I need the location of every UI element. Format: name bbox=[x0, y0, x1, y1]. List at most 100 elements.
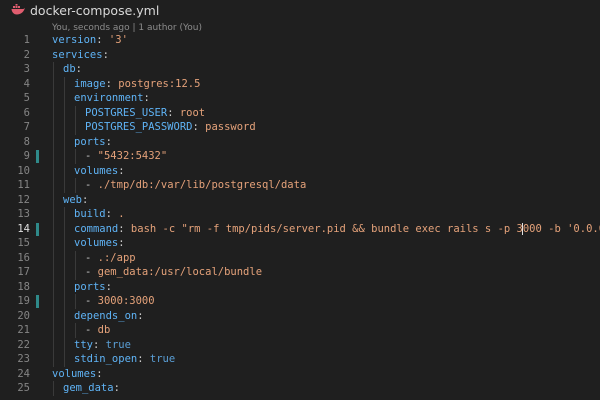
line-content[interactable]: depends_on: bbox=[74, 309, 144, 324]
line-content[interactable]: tty: true bbox=[74, 338, 131, 353]
yaml-key: db bbox=[63, 63, 76, 75]
indent-guide bbox=[75, 265, 76, 280]
yaml-key: image bbox=[74, 77, 106, 90]
indent-guide bbox=[64, 236, 65, 251]
modified-line-indicator[interactable] bbox=[36, 150, 39, 163]
code-line[interactable]: 22 tty: true bbox=[0, 337, 600, 353]
line-content[interactable]: ports: bbox=[74, 280, 112, 295]
code-line[interactable]: 8 ports: bbox=[0, 134, 600, 150]
line-content[interactable]: - gem_data:/usr/local/bundle bbox=[85, 265, 262, 280]
code-line[interactable]: 3 db: bbox=[0, 62, 600, 77]
indent-guide bbox=[75, 250, 76, 265]
line-content[interactable]: - .:/app bbox=[85, 251, 136, 266]
code-line[interactable]: 24 volumes: bbox=[0, 367, 600, 382]
indent-guide bbox=[53, 192, 54, 207]
code-line[interactable]: 10 volumes: bbox=[0, 163, 600, 179]
docker-whale-icon bbox=[11, 4, 25, 15]
code-lines[interactable]: 1 version: '3' 2 services: 3 db: 4 image: postg… bbox=[0, 33, 600, 396]
code-line[interactable]: 14 command: bash -c "rm -f tmp/pids/serve… bbox=[0, 221, 600, 237]
line-content[interactable]: ports: bbox=[74, 135, 112, 150]
code-line[interactable]: 11 - ./tmp/db:/var/lib/postgresql/data bbox=[0, 178, 600, 193]
yaml-key: version bbox=[52, 34, 97, 46]
indent-guide bbox=[64, 265, 65, 280]
code-line[interactable]: 9 - "5432:5432" bbox=[0, 149, 600, 164]
list-dash: - bbox=[85, 251, 98, 264]
yaml-value: db bbox=[97, 324, 111, 336]
line-content[interactable]: image: postgres:12.5 bbox=[74, 77, 200, 92]
line-content[interactable]: POSTGRES_USER: root bbox=[85, 106, 205, 121]
code-line[interactable]: 17 - gem_data:/usr/local/bundle bbox=[0, 265, 600, 280]
file-name[interactable]: docker-compose.yml bbox=[30, 3, 159, 18]
indent-guide bbox=[64, 250, 65, 265]
code-line[interactable]: 19 - 3000:3000 bbox=[0, 294, 600, 309]
code-line[interactable]: 13 build: . bbox=[0, 207, 600, 222]
indent-guide bbox=[75, 149, 76, 164]
yaml-key: stdin_open bbox=[74, 353, 138, 365]
code-line[interactable]: 18 ports: bbox=[0, 279, 600, 295]
code-line[interactable]: 20 depends_on: bbox=[0, 308, 600, 324]
code-line[interactable]: 15 volumes: bbox=[0, 236, 600, 251]
line-content[interactable]: volumes: bbox=[52, 367, 103, 382]
line-content[interactable]: - 3000:3000 bbox=[85, 294, 155, 309]
line-number: 21 bbox=[17, 324, 30, 336]
indent-guide bbox=[64, 294, 65, 309]
yaml-key: POSTGRES_USER bbox=[85, 106, 168, 119]
git-blame-annotation[interactable]: You, seconds ago | 1 author (You) bbox=[52, 23, 202, 33]
line-content[interactable]: build: . bbox=[74, 207, 125, 222]
line-content[interactable]: command: bash -c "rm -f tmp/pids/server.… bbox=[74, 222, 600, 237]
line-content[interactable]: version: '3' bbox=[52, 33, 128, 48]
code-line[interactable]: 21 - db bbox=[0, 323, 600, 338]
indent-guide bbox=[64, 134, 65, 149]
indent-guide bbox=[64, 76, 65, 91]
indent-guide bbox=[53, 120, 54, 135]
code-line[interactable]: 6 POSTGRES_USER: root bbox=[0, 105, 600, 121]
indent-guide bbox=[64, 352, 65, 367]
indent-guide bbox=[53, 149, 54, 164]
line-content[interactable]: - ./tmp/db:/var/lib/postgresql/data bbox=[85, 178, 306, 193]
modified-line-indicator[interactable] bbox=[36, 295, 39, 308]
code-line[interactable]: 1 version: '3' bbox=[0, 33, 600, 48]
indent-guide bbox=[64, 120, 65, 135]
line-content[interactable]: environment: bbox=[74, 91, 150, 106]
indent-guide bbox=[75, 294, 76, 309]
list-dash: - bbox=[85, 150, 98, 162]
indent-guide bbox=[53, 265, 54, 280]
yaml-key: POSTGRES_PASSWORD bbox=[85, 121, 193, 133]
line-content[interactable]: services: bbox=[52, 48, 109, 63]
line-content[interactable]: db: bbox=[63, 62, 82, 77]
yaml-key: volumes bbox=[74, 164, 119, 177]
yaml-separator: : bbox=[167, 106, 180, 119]
line-content[interactable]: gem_data: bbox=[63, 381, 120, 396]
indent-guide bbox=[64, 337, 65, 352]
modified-line-indicator[interactable] bbox=[36, 222, 39, 236]
line-number: 11 bbox=[17, 179, 30, 191]
indent-guide bbox=[53, 163, 54, 178]
yaml-separator: : bbox=[192, 121, 206, 133]
line-content[interactable]: - "5432:5432" bbox=[85, 149, 167, 164]
code-line[interactable]: 25 gem_data: bbox=[0, 381, 600, 396]
code-line[interactable]: 5 environment: bbox=[0, 91, 600, 106]
line-content[interactable]: stdin_open: true bbox=[74, 352, 175, 367]
indent-guide bbox=[53, 294, 54, 309]
code-line[interactable]: 12 web: bbox=[0, 192, 600, 208]
list-dash: - bbox=[85, 179, 98, 191]
yaml-separator: : bbox=[118, 164, 125, 177]
yaml-value: true bbox=[149, 353, 176, 365]
line-content[interactable]: volumes: bbox=[74, 236, 125, 251]
code-editor[interactable]: docker-compose.yml You, seconds ago | 1 … bbox=[0, 0, 600, 400]
line-number: 23 bbox=[17, 353, 30, 365]
code-line[interactable]: 2 services: bbox=[0, 48, 600, 63]
line-number: 2 bbox=[23, 48, 30, 61]
line-number: 1 bbox=[23, 34, 30, 46]
code-line[interactable]: 16 - .:/app bbox=[0, 250, 600, 266]
line-content[interactable]: - db bbox=[85, 323, 110, 338]
indent-guide bbox=[64, 163, 65, 178]
code-line[interactable]: 23 stdin_open: true bbox=[0, 352, 600, 367]
indent-guide bbox=[64, 279, 65, 294]
indent-guide bbox=[53, 105, 54, 120]
line-content[interactable]: volumes: bbox=[74, 164, 125, 179]
line-content[interactable]: POSTGRES_PASSWORD: password bbox=[85, 120, 256, 135]
code-line[interactable]: 7 POSTGRES_PASSWORD: password bbox=[0, 120, 600, 135]
code-line[interactable]: 4 image: postgres:12.5 bbox=[0, 76, 600, 92]
line-content[interactable]: web: bbox=[63, 193, 88, 208]
